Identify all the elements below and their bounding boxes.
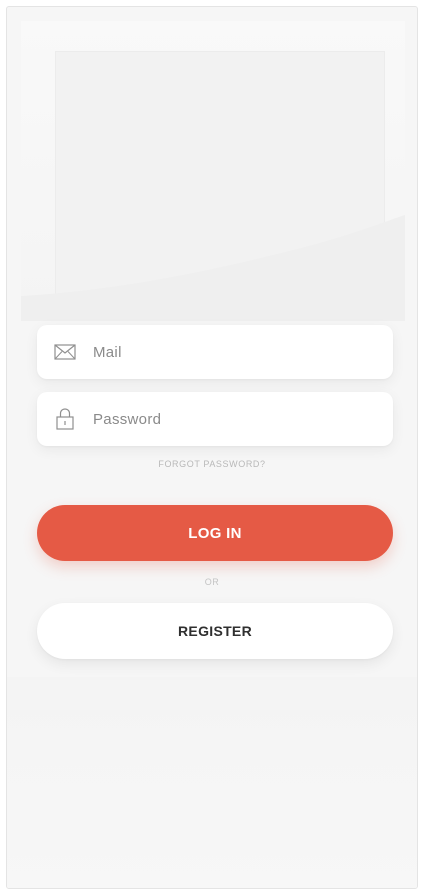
lock-icon	[53, 407, 77, 431]
register-button[interactable]: REGISTER	[37, 603, 393, 659]
hero-image-placeholder	[21, 21, 405, 321]
login-button[interactable]: LOG IN	[37, 505, 393, 561]
bottom-background	[7, 677, 417, 888]
mail-input[interactable]	[93, 343, 353, 361]
mail-icon	[53, 340, 77, 364]
mail-field[interactable]	[37, 325, 393, 379]
or-divider-label: OR	[204, 577, 220, 587]
password-field[interactable]	[37, 392, 393, 446]
forgot-password-link[interactable]: FORGOT PASSWORD?	[7, 459, 417, 469]
app-frame: FORGOT PASSWORD? LOG IN OR REGISTER	[6, 6, 418, 889]
hero-wave-shape	[21, 215, 405, 321]
password-input[interactable]	[93, 410, 353, 428]
